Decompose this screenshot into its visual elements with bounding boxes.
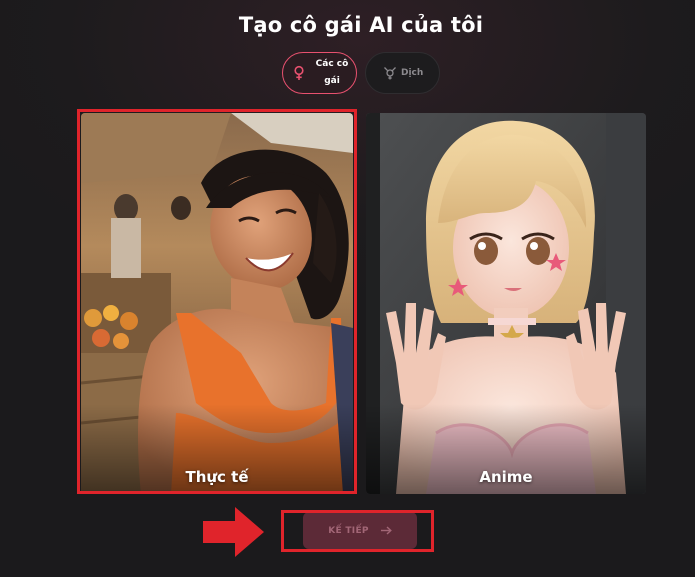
arrow-right-icon (380, 526, 392, 535)
next-button[interactable]: KẾ TIẾP (303, 512, 417, 549)
red-arrow-icon (203, 507, 264, 557)
page: Tạo cô gái AI của tôi Các cô gái Dịch Th… (0, 0, 695, 577)
page-title: Tạo cô gái AI của tôi (238, 13, 484, 37)
style-card-realistic-label: Thực tế (185, 468, 249, 486)
style-card-anime[interactable]: Anime (366, 113, 646, 494)
style-card-anime-label: Anime (479, 468, 533, 486)
style-card-realistic[interactable]: Thực tế (81, 113, 353, 494)
transgender-symbol-icon (384, 67, 396, 80)
tab-trans-label: Dịch (401, 67, 424, 78)
tab-girls[interactable]: Các cô gái (282, 52, 357, 94)
next-button-label: KẾ TIẾP (328, 525, 369, 536)
tab-trans[interactable]: Dịch (365, 52, 440, 94)
female-symbol-icon (294, 65, 304, 80)
tab-girls-label: Các cô gái (315, 59, 349, 86)
